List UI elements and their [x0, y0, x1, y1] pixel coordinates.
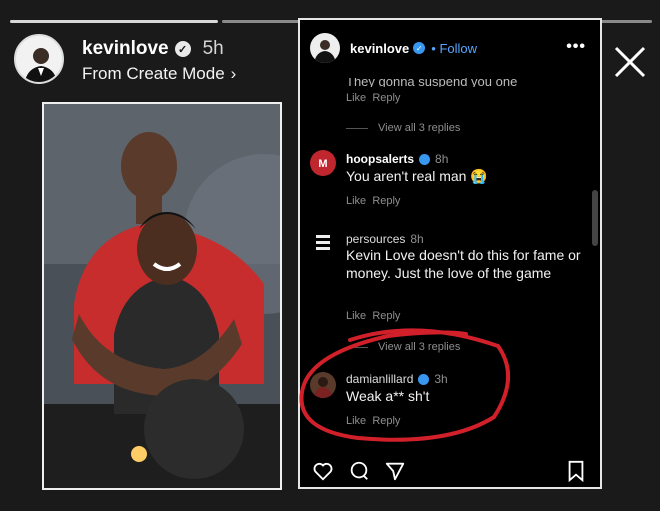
verified-icon: ✓ — [174, 41, 191, 57]
comment-time: 8h — [435, 152, 449, 166]
more-options-icon[interactable]: ••• — [566, 38, 586, 56]
follow-label: Follow — [439, 40, 478, 56]
scrollbar[interactable] — [592, 190, 598, 246]
reply-link[interactable]: Reply — [372, 92, 400, 104]
post-username[interactable]: kevinlove — [350, 41, 409, 56]
share-icon[interactable] — [384, 460, 406, 482]
story-photo — [42, 102, 282, 490]
like-link[interactable]: Like — [346, 310, 366, 322]
comment-header: damianlillard 3h — [346, 372, 448, 386]
like-link[interactable]: Like — [346, 415, 366, 427]
comment-text: Weak a** sh't — [346, 388, 430, 404]
heart-icon[interactable] — [312, 460, 334, 482]
comment-actions: Like Reply — [346, 92, 400, 104]
comment-actions: Like Reply — [346, 415, 400, 427]
reply-link[interactable]: Reply — [372, 415, 400, 427]
comment-header: persources 8h — [346, 232, 424, 246]
avatar[interactable]: M — [310, 150, 336, 176]
verified-icon: ✓ — [413, 42, 426, 54]
comment-actions: Like Reply — [346, 310, 400, 322]
chevron-right-icon: › — [230, 64, 237, 83]
comment-text: Kevin Love doesn't do this for fame or m… — [346, 247, 581, 281]
bookmark-icon[interactable] — [566, 460, 586, 482]
close-icon[interactable] — [608, 40, 652, 84]
avatar[interactable] — [310, 230, 336, 256]
reply-link[interactable]: Reply — [372, 310, 400, 322]
story-source-link[interactable]: From Create Mode › — [82, 64, 236, 84]
divider — [346, 128, 368, 129]
avatar[interactable] — [310, 33, 340, 63]
instagram-post-screenshot: kevinlove ✓ • Follow ••• They gonna susp… — [298, 18, 602, 489]
verified-icon — [418, 373, 430, 385]
post-header: kevinlove ✓ • Follow ••• — [300, 20, 600, 76]
story-username[interactable]: kevinlove — [82, 38, 169, 60]
story-header: kevinlove ✓ 5h — [82, 38, 224, 60]
view-replies-link[interactable]: View all 3 replies — [378, 122, 460, 134]
post-actions-bar — [300, 456, 600, 486]
comment-time: 3h — [434, 372, 448, 386]
avatar[interactable] — [310, 372, 336, 398]
comment-header: hoopsalerts 8h — [346, 152, 448, 166]
comment-actions: Like Reply — [346, 195, 400, 207]
comment-icon[interactable] — [348, 460, 370, 482]
comment-time: 8h — [410, 232, 424, 246]
comment-username[interactable]: damianlillard — [346, 372, 413, 386]
follow-button[interactable]: • Follow — [431, 41, 477, 56]
svg-text:M: M — [318, 158, 327, 170]
view-replies-link[interactable]: View all 3 replies — [378, 341, 460, 353]
comment-username[interactable]: hoopsalerts — [346, 152, 414, 166]
verified-icon — [419, 153, 431, 165]
story-subtitle: From Create Mode — [82, 64, 225, 83]
avatar[interactable] — [14, 34, 64, 84]
like-link[interactable]: Like — [346, 195, 366, 207]
story-time: 5h — [202, 38, 224, 59]
reply-link[interactable]: Reply — [372, 195, 400, 207]
divider — [346, 347, 368, 348]
comment-text-partial: They gonna suspend you one — [346, 78, 518, 87]
comment-text: You aren't real man 😭 — [346, 168, 488, 184]
comment-username[interactable]: persources — [346, 232, 405, 246]
story-progress-segment — [10, 20, 218, 23]
like-link[interactable]: Like — [346, 92, 366, 104]
